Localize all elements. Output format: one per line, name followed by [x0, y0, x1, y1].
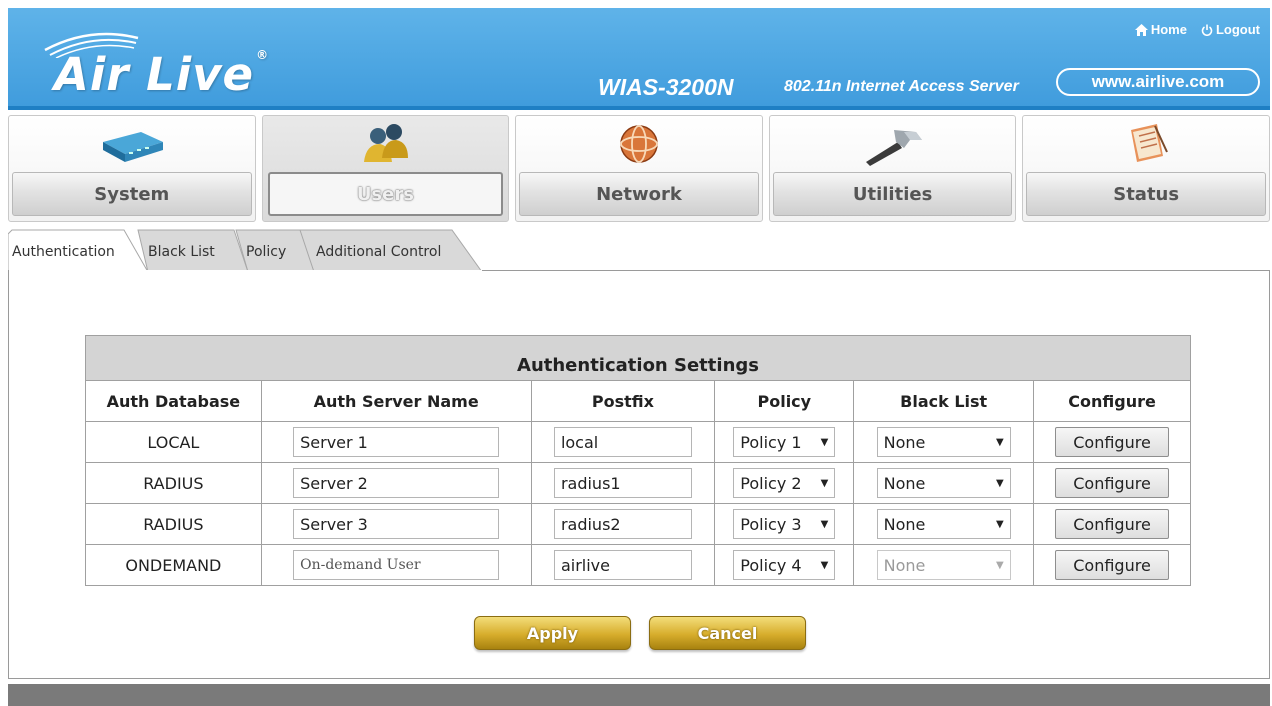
panel-top-border [482, 270, 1270, 271]
policy-select[interactable]: Policy 2 ▼ [733, 468, 836, 498]
auth-database-cell: RADIUS [85, 503, 262, 545]
network-globe-icon [620, 125, 658, 163]
logout-label: Logout [1215, 22, 1260, 37]
chevron-down-icon: ▼ [995, 518, 1004, 530]
policy-select[interactable]: Policy 1 ▼ [733, 427, 836, 457]
configure-button[interactable]: Configure [1055, 427, 1170, 457]
chevron-down-icon: ▼ [995, 559, 1004, 571]
black-list-select[interactable]: None ▼ [876, 509, 1011, 539]
tab-policy-label: Policy [246, 244, 287, 260]
chevron-down-icon: ▼ [995, 436, 1004, 448]
configure-button[interactable]: Configure [1055, 468, 1170, 498]
product-description: 802.11n Internet Access Server [784, 78, 1019, 95]
postfix-input[interactable] [553, 468, 692, 498]
product-name: WIAS-3200N [598, 74, 734, 100]
configure-button[interactable]: Configure [1055, 509, 1170, 539]
tab-additional-control-label: Additional Control [316, 244, 442, 260]
nav-item-system[interactable]: System [8, 115, 256, 222]
apply-button[interactable]: Apply [474, 616, 631, 650]
power-icon [1201, 24, 1213, 36]
header-banner: Air Live ® Home Logout WIAS-3200N 802.11n… [8, 8, 1270, 110]
authentication-settings-table: Authentication Settings Auth Database Au… [85, 335, 1191, 586]
nav-item-network[interactable]: Network [515, 115, 763, 222]
black-list-select[interactable]: None ▼ [876, 427, 1011, 457]
tab-authentication[interactable]: Authentication [8, 230, 138, 274]
top-links: Home Logout [1134, 22, 1260, 37]
table-row: RADIUS Policy 2▼ None▼ Configure [85, 462, 1191, 504]
airlive-logo: Air Live ® [54, 48, 270, 101]
nav-label-status: Status [1026, 172, 1266, 216]
chevron-down-icon: ▼ [820, 477, 829, 489]
nav-item-status[interactable]: Status [1022, 115, 1270, 222]
server-name-input[interactable] [293, 550, 500, 580]
nav-label-network: Network [519, 172, 759, 216]
black-list-select: None ▼ [876, 550, 1011, 580]
auth-database-cell: ONDEMAND [85, 544, 262, 586]
auth-database-cell: RADIUS [85, 462, 262, 504]
home-icon [1134, 23, 1148, 36]
policy-select[interactable]: Policy 4 ▼ [733, 550, 836, 580]
nav-label-utilities: Utilities [772, 172, 1013, 216]
tab-authentication-label: Authentication [12, 244, 115, 260]
col-auth-server-name: Auth Server Name [260, 380, 532, 422]
home-link[interactable]: Home [1134, 22, 1187, 37]
server-device-icon [102, 132, 163, 162]
main-nav: System Users Network Utilities Status [8, 115, 1270, 222]
server-name-input[interactable] [293, 509, 500, 539]
col-auth-database: Auth Database [85, 380, 262, 422]
col-configure: Configure [1033, 380, 1191, 422]
col-postfix: Postfix [530, 380, 716, 422]
table-row: LOCAL Policy 1▼ None▼ Configure [85, 421, 1191, 463]
col-policy: Policy [714, 380, 855, 422]
users-icon [364, 124, 409, 162]
col-black-list: Black List [853, 380, 1035, 422]
logout-link[interactable]: Logout [1201, 22, 1260, 37]
policy-select[interactable]: Policy 3 ▼ [733, 509, 836, 539]
tab-black-list[interactable]: Black List [138, 230, 238, 274]
postfix-input[interactable] [553, 427, 692, 457]
postfix-input[interactable] [553, 509, 692, 539]
table-title: Authentication Settings [85, 335, 1191, 381]
home-label: Home [1150, 22, 1187, 37]
chevron-down-icon: ▼ [995, 477, 1004, 489]
table-row: RADIUS Policy 3▼ None▼ Configure [85, 503, 1191, 545]
footer-bar [8, 684, 1270, 706]
nav-label-system: System [12, 172, 252, 216]
configure-button[interactable]: Configure [1055, 550, 1170, 580]
nav-label-users: Users [267, 172, 504, 216]
nav-item-users[interactable]: Users [261, 115, 510, 222]
server-name-input[interactable] [293, 468, 500, 498]
nav-item-utilities[interactable]: Utilities [768, 115, 1017, 222]
black-list-select[interactable]: None ▼ [876, 468, 1011, 498]
server-name-input[interactable] [293, 427, 500, 457]
auth-database-cell: LOCAL [85, 421, 262, 463]
hammer-icon [865, 130, 922, 166]
website-link[interactable]: www.airlive.com [1056, 68, 1260, 96]
tab-additional-control[interactable]: Additional Control [306, 230, 476, 274]
cancel-button[interactable]: Cancel [649, 616, 806, 650]
chevron-down-icon: ▼ [820, 436, 829, 448]
postfix-input[interactable] [553, 550, 692, 580]
document-status-icon [1131, 124, 1169, 162]
sub-tabs: Authentication Black List Policy Additio… [8, 226, 608, 274]
table-row: ONDEMAND Policy 4▼ None▼ Configure [85, 544, 1191, 586]
chevron-down-icon: ▼ [820, 518, 829, 530]
tab-policy[interactable]: Policy [236, 230, 302, 274]
chevron-down-icon: ▼ [820, 559, 829, 571]
tab-black-list-label: Black List [148, 244, 215, 260]
